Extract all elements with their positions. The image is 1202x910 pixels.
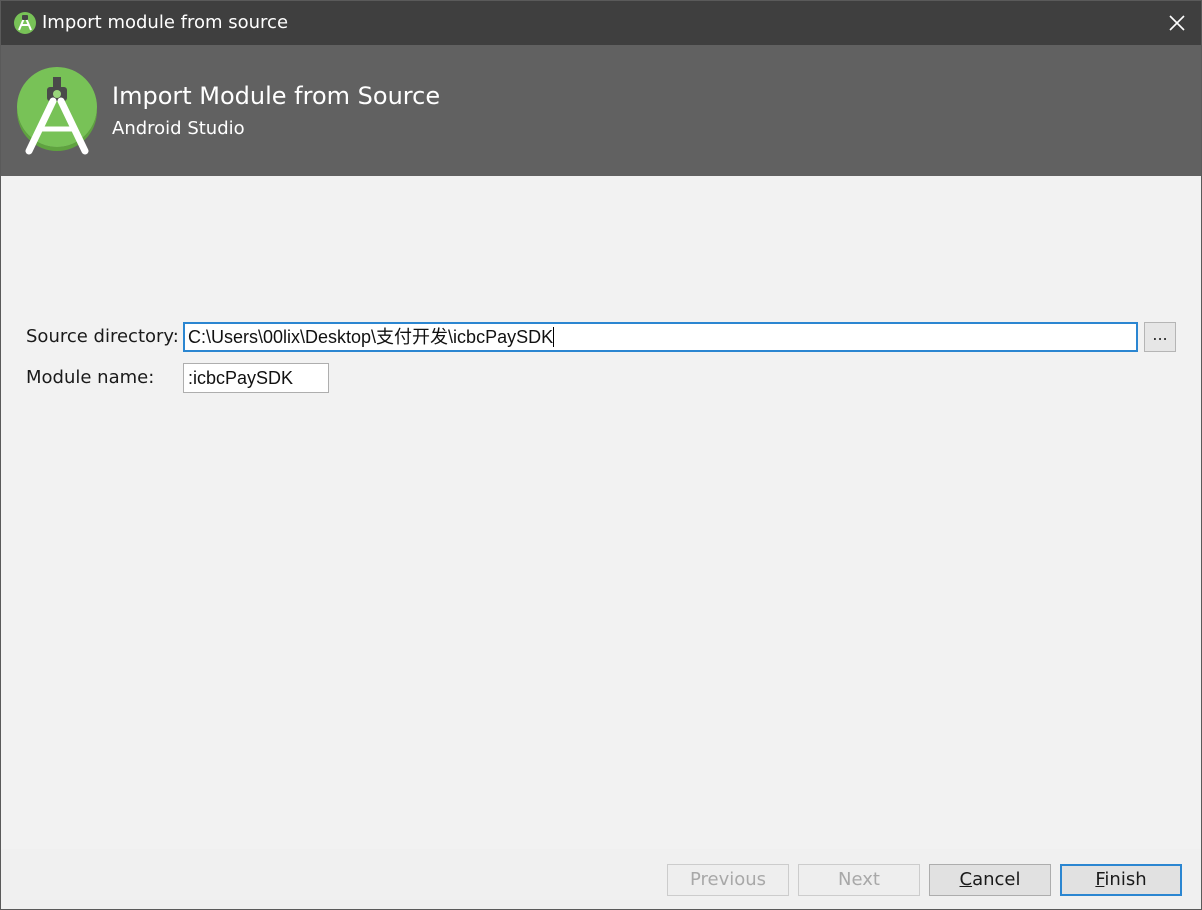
previous-button[interactable]: Previous — [667, 864, 789, 896]
android-studio-logo — [17, 67, 97, 155]
header-banner: Import Module from Source Android Studio — [1, 45, 1201, 176]
cancel-button[interactable]: Cancel — [929, 864, 1051, 896]
source-directory-input[interactable]: C:\Users\00lix\Desktop\支付开发\icbcPaySDK — [183, 322, 1138, 352]
android-studio-icon — [14, 12, 36, 34]
form-area: Source directory: C:\Users\00lix\Desktop… — [1, 176, 1201, 849]
window-title: Import module from source — [42, 12, 289, 33]
finish-button[interactable]: Finish — [1060, 864, 1182, 896]
source-directory-value: C:\Users\00lix\Desktop\支付开发\icbcPaySDK — [188, 327, 554, 347]
browse-button[interactable]: ... — [1144, 322, 1176, 352]
next-button[interactable]: Next — [798, 864, 920, 896]
dialog-heading: Import Module from Source — [112, 82, 441, 110]
title-bar: Import module from source — [1, 1, 1201, 45]
dialog-subheading: Android Studio — [112, 118, 245, 139]
cancel-label-rest: ancel — [972, 869, 1021, 890]
text-caret — [553, 327, 555, 347]
close-icon[interactable] — [1165, 11, 1189, 35]
module-name-value: :icbcPaySDK — [188, 368, 294, 388]
module-name-label: Module name: — [26, 367, 155, 388]
cancel-mnemonic: C — [959, 869, 973, 890]
dialog-footer: Previous Next Cancel Finish — [1, 849, 1201, 909]
finish-label-rest: inish — [1104, 869, 1147, 890]
source-directory-label: Source directory: — [26, 326, 179, 347]
module-name-input[interactable]: :icbcPaySDK — [183, 363, 329, 393]
import-module-dialog: Import module from source Import Module … — [0, 0, 1202, 910]
